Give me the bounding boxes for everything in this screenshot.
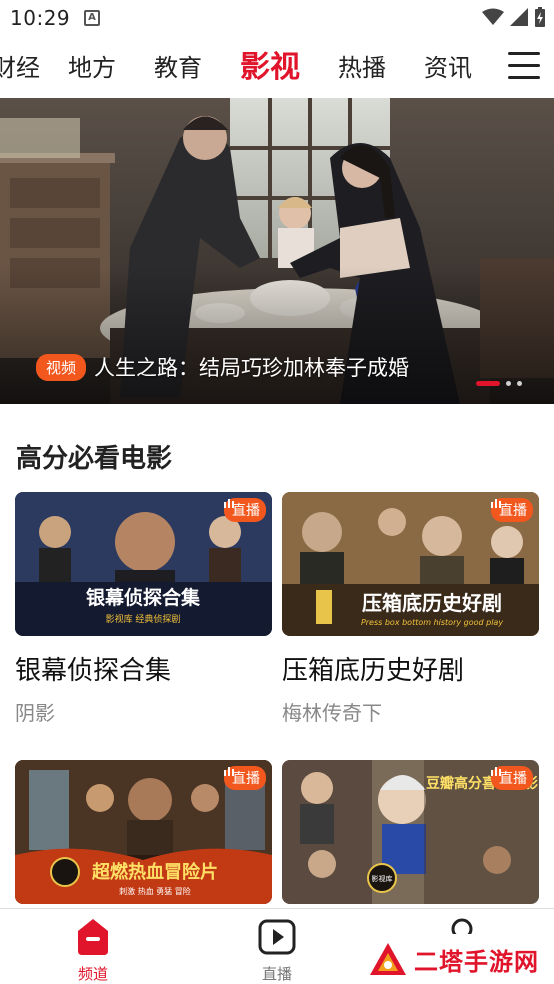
carousel-dot[interactable] xyxy=(517,381,522,386)
signal-icon xyxy=(510,8,528,26)
tab-local[interactable]: 地方 xyxy=(68,48,116,83)
live-bars-icon xyxy=(491,767,501,776)
live-badge-label: 直播 xyxy=(499,771,527,787)
live-badge-label: 直播 xyxy=(232,503,260,519)
live-badge: 直播 xyxy=(224,766,266,790)
status-icons xyxy=(482,7,546,27)
poster-subtitle: 影视库 xyxy=(372,874,393,883)
live-badge: 直播 xyxy=(491,498,533,522)
movie-card[interactable]: 银幕侦探合集 影视库 经典侦探剧 直播 银幕侦探合集 阴影 xyxy=(15,492,272,726)
live-bars-icon xyxy=(224,767,234,776)
tab-finance[interactable]: 财经 xyxy=(0,48,40,83)
watermark-logo-icon xyxy=(370,943,406,975)
menu-line xyxy=(508,76,540,79)
nav-live[interactable]: 直播 xyxy=(227,917,327,984)
nav-channel[interactable]: 频道 xyxy=(43,917,143,984)
card-thumbnail[interactable]: 豆瓣高分喜剧电影 影视库 直播 xyxy=(282,760,539,904)
poster-title: 银幕侦探合集 xyxy=(86,586,201,609)
nav-channel-label: 频道 xyxy=(77,965,108,983)
live-badge: 直播 xyxy=(224,498,266,522)
menu-line xyxy=(508,52,540,55)
notification-icon: A xyxy=(84,10,100,26)
card-subtitle: 阴影 xyxy=(15,701,55,725)
card-thumbnail[interactable]: 压箱底历史好剧 Press box bottom history good pl… xyxy=(282,492,539,636)
channel-tab-bar: 财经 地方 教育 影视 热播 资讯 xyxy=(0,36,554,98)
watermark: 二塔手游网 xyxy=(354,934,554,984)
card-thumbnail[interactable]: 超燃热血冒险片 刺激 热血 勇猛 冒险 直播 xyxy=(15,760,272,904)
live-bars-icon xyxy=(491,499,501,508)
tab-trending[interactable]: 热播 xyxy=(338,48,386,83)
status-time: 10:29 xyxy=(10,6,71,30)
watermark-text: 二塔手游网 xyxy=(414,947,539,976)
card-title[interactable]: 银幕侦探合集 xyxy=(15,650,272,687)
card-thumbnail[interactable]: 银幕侦探合集 影视库 经典侦探剧 直播 xyxy=(15,492,272,636)
status-bar: 10:29 A xyxy=(0,0,554,36)
tab-film-tv[interactable]: 影视 xyxy=(240,42,300,86)
channel-menu-button[interactable] xyxy=(508,52,540,80)
channel-icon xyxy=(78,919,108,955)
poster-title: 超燃热血冒险片 xyxy=(92,861,218,883)
card-title[interactable]: 压箱底历史好剧 xyxy=(282,650,539,687)
live-bars-icon xyxy=(224,499,234,508)
hero-video-tag: 视频 xyxy=(36,353,87,381)
card-subtitle: 梅林传奇下 xyxy=(282,701,382,725)
hero-title[interactable]: 人生之路：结局巧珍加林奉子成婚 xyxy=(94,352,409,382)
hero-caption[interactable]: 视频 人生之路：结局巧珍加林奉子成婚 xyxy=(36,352,409,382)
movie-card[interactable]: 豆瓣高分喜剧电影 影视库 直播 xyxy=(282,760,539,904)
menu-line xyxy=(508,64,540,67)
poster-subtitle: Press box bottom history good play xyxy=(361,618,503,627)
tab-news[interactable]: 资讯 xyxy=(424,48,472,83)
carousel-dot[interactable] xyxy=(506,381,511,386)
tab-education[interactable]: 教育 xyxy=(154,48,202,83)
carousel-dot-active[interactable] xyxy=(476,381,500,386)
poster-subtitle: 影视库 经典侦探剧 xyxy=(106,613,181,625)
play-icon xyxy=(258,919,296,955)
nav-live-label: 直播 xyxy=(261,965,292,983)
live-badge: 直播 xyxy=(491,766,533,790)
poster-title: 压箱底历史好剧 xyxy=(362,591,502,615)
section-title: 高分必看电影 xyxy=(16,444,173,474)
live-badge-label: 直播 xyxy=(499,503,527,519)
live-badge-label: 直播 xyxy=(232,771,260,787)
movie-card[interactable]: 压箱底历史好剧 Press box bottom history good pl… xyxy=(282,492,539,726)
carousel-indicator xyxy=(476,381,522,386)
poster-subtitle: 刺激 热血 勇猛 冒险 xyxy=(119,886,191,896)
movie-card[interactable]: 超燃热血冒险片 刺激 热血 勇猛 冒险 直播 xyxy=(15,760,272,904)
wifi-icon xyxy=(482,8,504,25)
battery-icon xyxy=(535,7,545,27)
